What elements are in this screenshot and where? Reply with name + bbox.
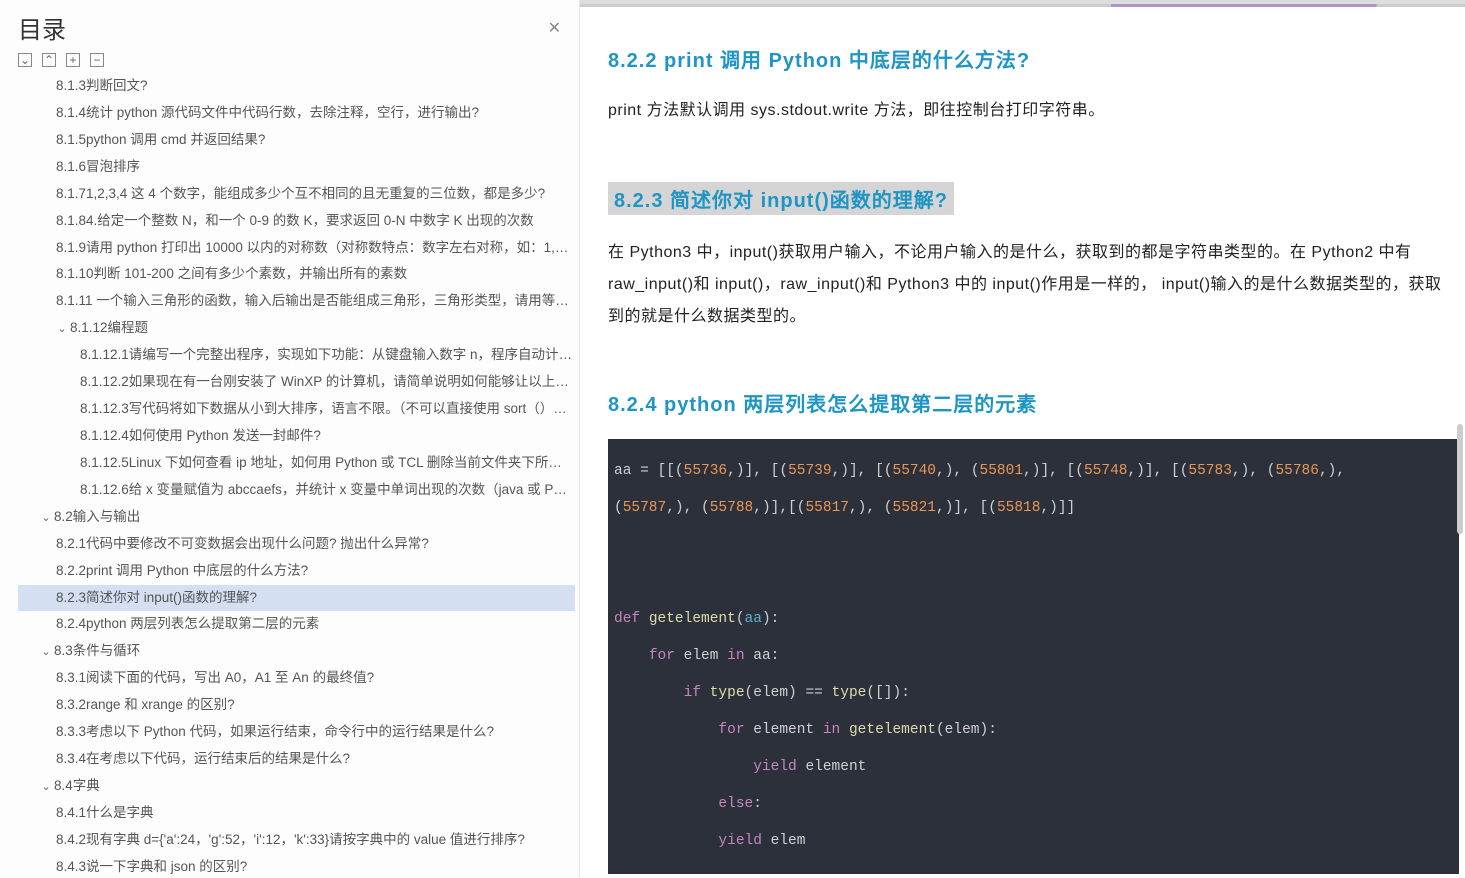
toc-item-label: 8.2.1代码中要修改不可变数据会出现什么问题? 抛出什么异常? bbox=[56, 536, 429, 551]
toc-item[interactable]: 8.1.12.1请编写一个完整出程序，实现如下功能：从键盘输入数字 n，程序自动… bbox=[18, 342, 575, 369]
toc-item-label: 8.1.11 一个输入三角形的函数，输入后输出是否能组成三角形，三角形类型，请用… bbox=[56, 293, 575, 308]
section-heading: 8.2.4 python 两层列表怎么提取第二层的元素 bbox=[608, 388, 1453, 417]
chevron-down-icon[interactable]: ⌄ bbox=[40, 779, 52, 796]
toc-item[interactable]: 8.1.6冒泡排序 bbox=[18, 154, 575, 181]
toc-item-label: 8.4.1什么是字典 bbox=[56, 805, 154, 820]
toc-item[interactable]: ⌄8.2输入与输出 bbox=[18, 504, 575, 531]
toc-item-label: 8.2.4python 两层列表怎么提取第二层的元素 bbox=[56, 616, 319, 631]
toc-item-label: 8.4.3说一下字典和 json 的区别? bbox=[56, 859, 247, 874]
toc-item[interactable]: 8.1.12.5Linux 下如何查看 ip 地址，如何用 Python 或 T… bbox=[18, 450, 575, 477]
toc-item[interactable]: 8.4.3说一下字典和 json 的区别? bbox=[18, 854, 575, 878]
toc-item-label: 8.1.4统计 python 源代码文件中代码行数，去除注释，空行，进行输出? bbox=[56, 105, 479, 120]
toc-item[interactable]: 8.1.12.2如果现在有一台刚安装了 WinXP 的计算机，请简单说明如何能够… bbox=[18, 369, 575, 396]
toc-item[interactable]: 8.4.2现有字典 d={'a':24，'g':52，'i':12，'k':33… bbox=[18, 827, 575, 854]
toc-item[interactable]: 8.1.4统计 python 源代码文件中代码行数，去除注释，空行，进行输出? bbox=[18, 100, 575, 127]
toc-item[interactable]: 8.1.12.4如何使用 Python 发送一封邮件? bbox=[18, 423, 575, 450]
toc-item-label: 8.1.12.4如何使用 Python 发送一封邮件? bbox=[80, 428, 321, 443]
toc-item-label: 8.2.2print 调用 Python 中底层的什么方法? bbox=[56, 563, 308, 578]
chevron-down-icon[interactable]: ⌄ bbox=[40, 644, 52, 661]
toc-item[interactable]: 8.1.9请用 python 打印出 10000 以内的对称数（对称数特点：数字… bbox=[18, 235, 575, 262]
toc-title: 目录 bbox=[18, 10, 66, 45]
toc-item-label: 8.1.12.5Linux 下如何查看 ip 地址，如何用 Python 或 T… bbox=[80, 455, 575, 470]
code-block: aa = [[(55736,)], [(55739,)], [(55740,),… bbox=[608, 439, 1459, 874]
body-text: 在 Python3 中，input()获取用户输入，不论用户输入的是什么，获取到… bbox=[608, 237, 1453, 333]
toc-item-label: 8.3.3考虑以下 Python 代码，如果运行结束，命令行中的运行结果是什么? bbox=[56, 724, 494, 739]
section-heading: 8.2.2 print 调用 Python 中底层的什么方法? bbox=[608, 44, 1453, 73]
toc-item[interactable]: 8.2.2print 调用 Python 中底层的什么方法? bbox=[18, 558, 575, 585]
toc-item-label: 8.1.6冒泡排序 bbox=[56, 159, 140, 174]
toc-item-label: 8.1.12.6给 x 变量赋值为 abccaefs，并统计 x 变量中单词出现… bbox=[80, 482, 575, 497]
toc-item[interactable]: 8.1.12.6给 x 变量赋值为 abccaefs，并统计 x 变量中单词出现… bbox=[18, 477, 575, 504]
toc-item[interactable]: ⌄8.1.12编程题 bbox=[18, 315, 575, 342]
toc-item[interactable]: 8.1.3判断回文? bbox=[18, 73, 575, 100]
collapse-up-icon[interactable]: ⌃ bbox=[42, 53, 56, 67]
section-heading: 8.2.3 简述你对 input()函数的理解? bbox=[608, 182, 954, 215]
toc-item[interactable]: ⌄8.3条件与循环 bbox=[18, 638, 575, 665]
toc-item[interactable]: 8.1.5python 调用 cmd 并返回结果? bbox=[18, 127, 575, 154]
toc-item-label: 8.1.5python 调用 cmd 并返回结果? bbox=[56, 132, 265, 147]
toc-item-label: 8.2输入与输出 bbox=[54, 509, 140, 524]
toc-item-label: 8.3.4在考虑以下代码，运行结束后的结果是什么? bbox=[56, 751, 350, 766]
toc-item[interactable]: 8.1.12.3写代码将如下数据从小到大排序，语言不限。（不可以直接使用 sor… bbox=[18, 396, 575, 423]
toc-item[interactable]: 8.3.2range 和 xrange 的区别? bbox=[18, 692, 575, 719]
toc-item[interactable]: 8.1.11 一个输入三角形的函数，输入后输出是否能组成三角形，三角形类型，请用… bbox=[18, 288, 575, 315]
toc-item-label: 8.1.9请用 python 打印出 10000 以内的对称数（对称数特点：数字… bbox=[56, 240, 575, 255]
toc-item-label: 8.1.3判断回文? bbox=[56, 78, 148, 93]
toc-item[interactable]: 8.2.1代码中要修改不可变数据会出现什么问题? 抛出什么异常? bbox=[18, 531, 575, 558]
toc-item-label: 8.4字典 bbox=[54, 778, 100, 793]
toc-item[interactable]: ⌄8.4字典 bbox=[18, 773, 575, 800]
toc-item[interactable]: 8.4.1什么是字典 bbox=[18, 800, 575, 827]
toc-item-label: 8.3条件与循环 bbox=[54, 643, 140, 658]
toc-item-label: 8.3.1阅读下面的代码，写出 A0，A1 至 An 的最终值? bbox=[56, 670, 374, 685]
toc-item[interactable]: 8.1.10判断 101-200 之间有多少个素数，并输出所有的素数 bbox=[18, 261, 575, 288]
body-text: print 方法默认调用 sys.stdout.write 方法，即往控制台打印… bbox=[608, 95, 1453, 127]
toc-item[interactable]: 8.3.4在考虑以下代码，运行结束后的结果是什么? bbox=[18, 746, 575, 773]
toc-item-label: 8.1.84.给定一个整数 N，和一个 0-9 的数 K，要求返回 0-N 中数… bbox=[56, 213, 534, 228]
expand-down-icon[interactable]: ⌄ bbox=[18, 53, 32, 67]
toc-item-label: 8.1.12编程题 bbox=[70, 320, 148, 335]
toc-list[interactable]: 8.1.3判断回文? 8.1.4统计 python 源代码文件中代码行数，去除注释… bbox=[0, 73, 579, 878]
toc-toolbar: ⌄ ⌃ + − bbox=[0, 53, 579, 73]
toc-item[interactable]: 8.2.3简述你对 input()函数的理解? bbox=[18, 585, 575, 612]
toc-item[interactable]: 8.3.3考虑以下 Python 代码，如果运行结束，命令行中的运行结果是什么? bbox=[18, 719, 575, 746]
toc-item-label: 8.1.12.1请编写一个完整出程序，实现如下功能：从键盘输入数字 n，程序自动… bbox=[80, 347, 575, 362]
toc-item-label: 8.3.2range 和 xrange 的区别? bbox=[56, 697, 235, 712]
toc-item-label: 8.1.12.2如果现在有一台刚安装了 WinXP 的计算机，请简单说明如何能够… bbox=[80, 374, 575, 389]
toc-item[interactable]: 8.3.1阅读下面的代码，写出 A0，A1 至 An 的最终值? bbox=[18, 665, 575, 692]
toc-item-label: 8.4.2现有字典 d={'a':24，'g':52，'i':12，'k':33… bbox=[56, 832, 525, 847]
toc-sidebar: 目录 ✕ ⌄ ⌃ + − 8.1.3判断回文? 8.1.4统计 python 源代… bbox=[0, 0, 580, 878]
toc-item-label: 8.1.71,2,3,4 这 4 个数字，能组成多少个互不相同的且无重复的三位数… bbox=[56, 186, 545, 201]
toc-item-label: 8.1.10判断 101-200 之间有多少个素数，并输出所有的素数 bbox=[56, 266, 407, 281]
minus-icon[interactable]: − bbox=[90, 53, 104, 67]
plus-icon[interactable]: + bbox=[66, 53, 80, 67]
document-content[interactable]: 8.2.2 print 调用 Python 中底层的什么方法? print 方法默… bbox=[580, 0, 1465, 878]
toc-item[interactable]: 8.1.84.给定一个整数 N，和一个 0-9 的数 K，要求返回 0-N 中数… bbox=[18, 208, 575, 235]
toc-item[interactable]: 8.2.4python 两层列表怎么提取第二层的元素 bbox=[18, 611, 575, 638]
chevron-down-icon[interactable]: ⌄ bbox=[40, 510, 52, 527]
scrollbar-thumb[interactable] bbox=[1457, 424, 1463, 534]
chevron-down-icon[interactable]: ⌄ bbox=[56, 321, 68, 338]
toc-item[interactable]: 8.1.71,2,3,4 这 4 个数字，能组成多少个互不相同的且无重复的三位数… bbox=[18, 181, 575, 208]
toc-item-label: 8.1.12.3写代码将如下数据从小到大排序，语言不限。（不可以直接使用 sor… bbox=[80, 401, 575, 416]
close-icon[interactable]: ✕ bbox=[548, 18, 561, 38]
toc-item-label: 8.2.3简述你对 input()函数的理解? bbox=[56, 590, 257, 605]
